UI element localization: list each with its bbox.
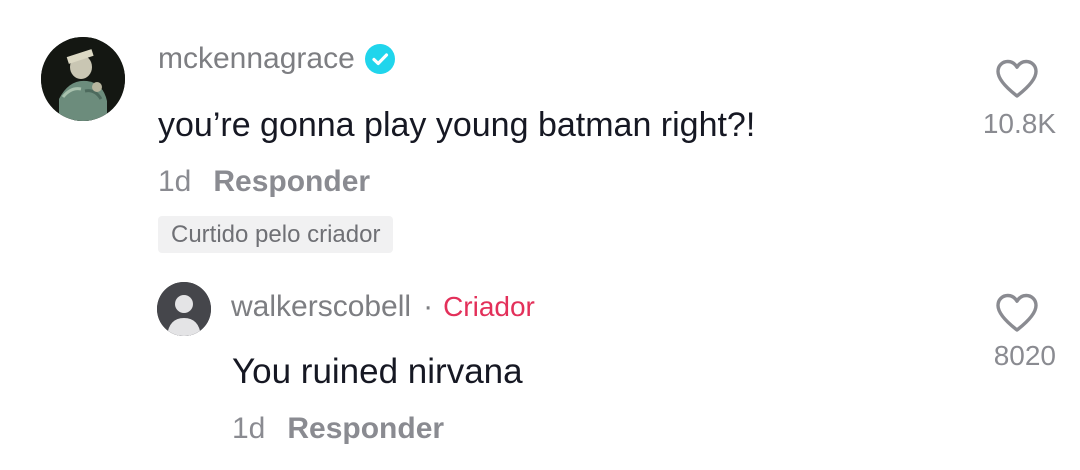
avatar-walkerscobell[interactable] <box>157 282 211 336</box>
username-separator: · <box>423 290 434 323</box>
reply-username[interactable]: walkerscobell <box>231 292 411 322</box>
default-avatar-icon <box>157 282 211 336</box>
comment-meta: 1d Responder <box>158 167 370 197</box>
heart-outline-icon[interactable] <box>994 292 1040 334</box>
comment-text: you’re gonna play young batman right?! <box>158 106 756 144</box>
verified-checkmark-icon <box>364 44 395 74</box>
comment-timestamp: 1d <box>158 165 192 198</box>
avatar-photo <box>41 37 125 121</box>
creator-label: Criador <box>443 291 535 322</box>
comment-reply-button[interactable]: Responder <box>213 165 370 198</box>
heart-outline-icon[interactable] <box>994 58 1040 100</box>
reply-like-count: 8020 <box>993 340 1056 371</box>
reply-timestamp: 1d <box>232 412 266 445</box>
comment-username[interactable]: mckennagrace <box>158 44 355 74</box>
liked-by-creator-badge: Curtido pelo criador <box>158 216 394 253</box>
comment-like-count: 10.8K <box>982 108 1056 139</box>
avatar-mckennagrace[interactable] <box>41 37 125 121</box>
reply-meta: 1d Responder <box>232 414 444 444</box>
reply-text: You ruined nirvana <box>232 352 523 391</box>
reply-reply-button[interactable]: Responder <box>287 412 444 445</box>
